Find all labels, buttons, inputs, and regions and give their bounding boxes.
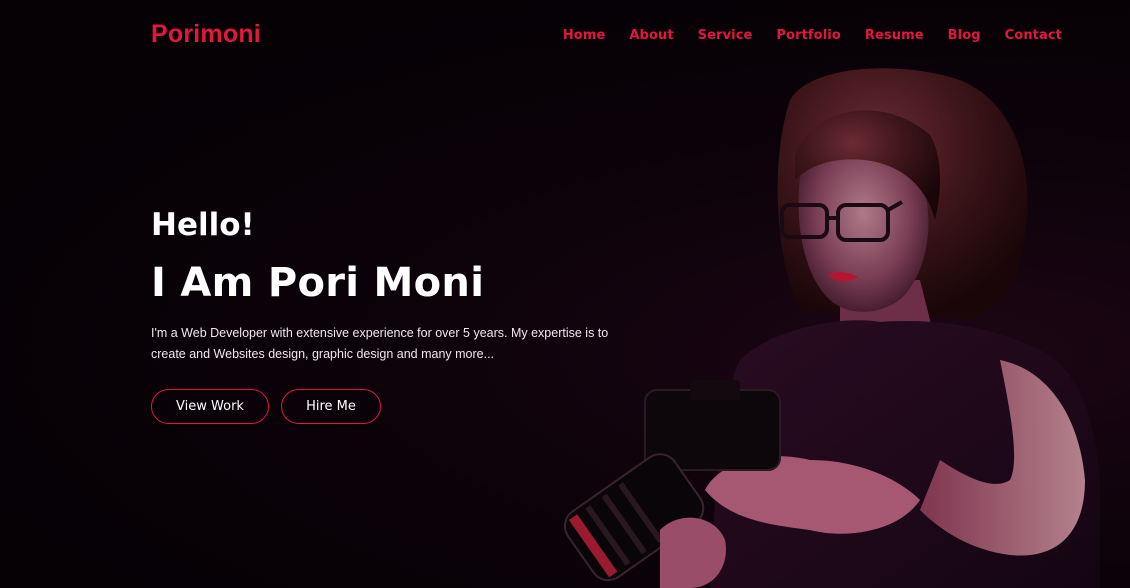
hero-greeting: Hello! (151, 207, 255, 243)
hero-portrait-image (563, 68, 1100, 588)
hero-description: I'm a Web Developer with extensive exper… (151, 326, 609, 361)
view-work-button[interactable]: View Work (151, 389, 269, 424)
nav-item-portfolio[interactable]: Portfolio (776, 28, 840, 43)
hero-name: I Am Pori Moni (151, 260, 485, 306)
nav-item-blog[interactable]: Blog (948, 28, 981, 43)
nav-item-resume[interactable]: Resume (865, 28, 924, 43)
nav-item-home[interactable]: Home (563, 28, 606, 43)
main-nav: Home About Service Portfolio Resume Blog… (539, 28, 1062, 43)
nav-item-about[interactable]: About (629, 28, 673, 43)
hero-section: Porimoni Home About Service Portfolio Re… (0, 0, 1130, 588)
nav-item-contact[interactable]: Contact (1005, 28, 1062, 43)
nav-item-service[interactable]: Service (698, 28, 753, 43)
site-logo[interactable]: Porimoni (151, 20, 261, 49)
hire-me-button[interactable]: Hire Me (281, 389, 381, 424)
